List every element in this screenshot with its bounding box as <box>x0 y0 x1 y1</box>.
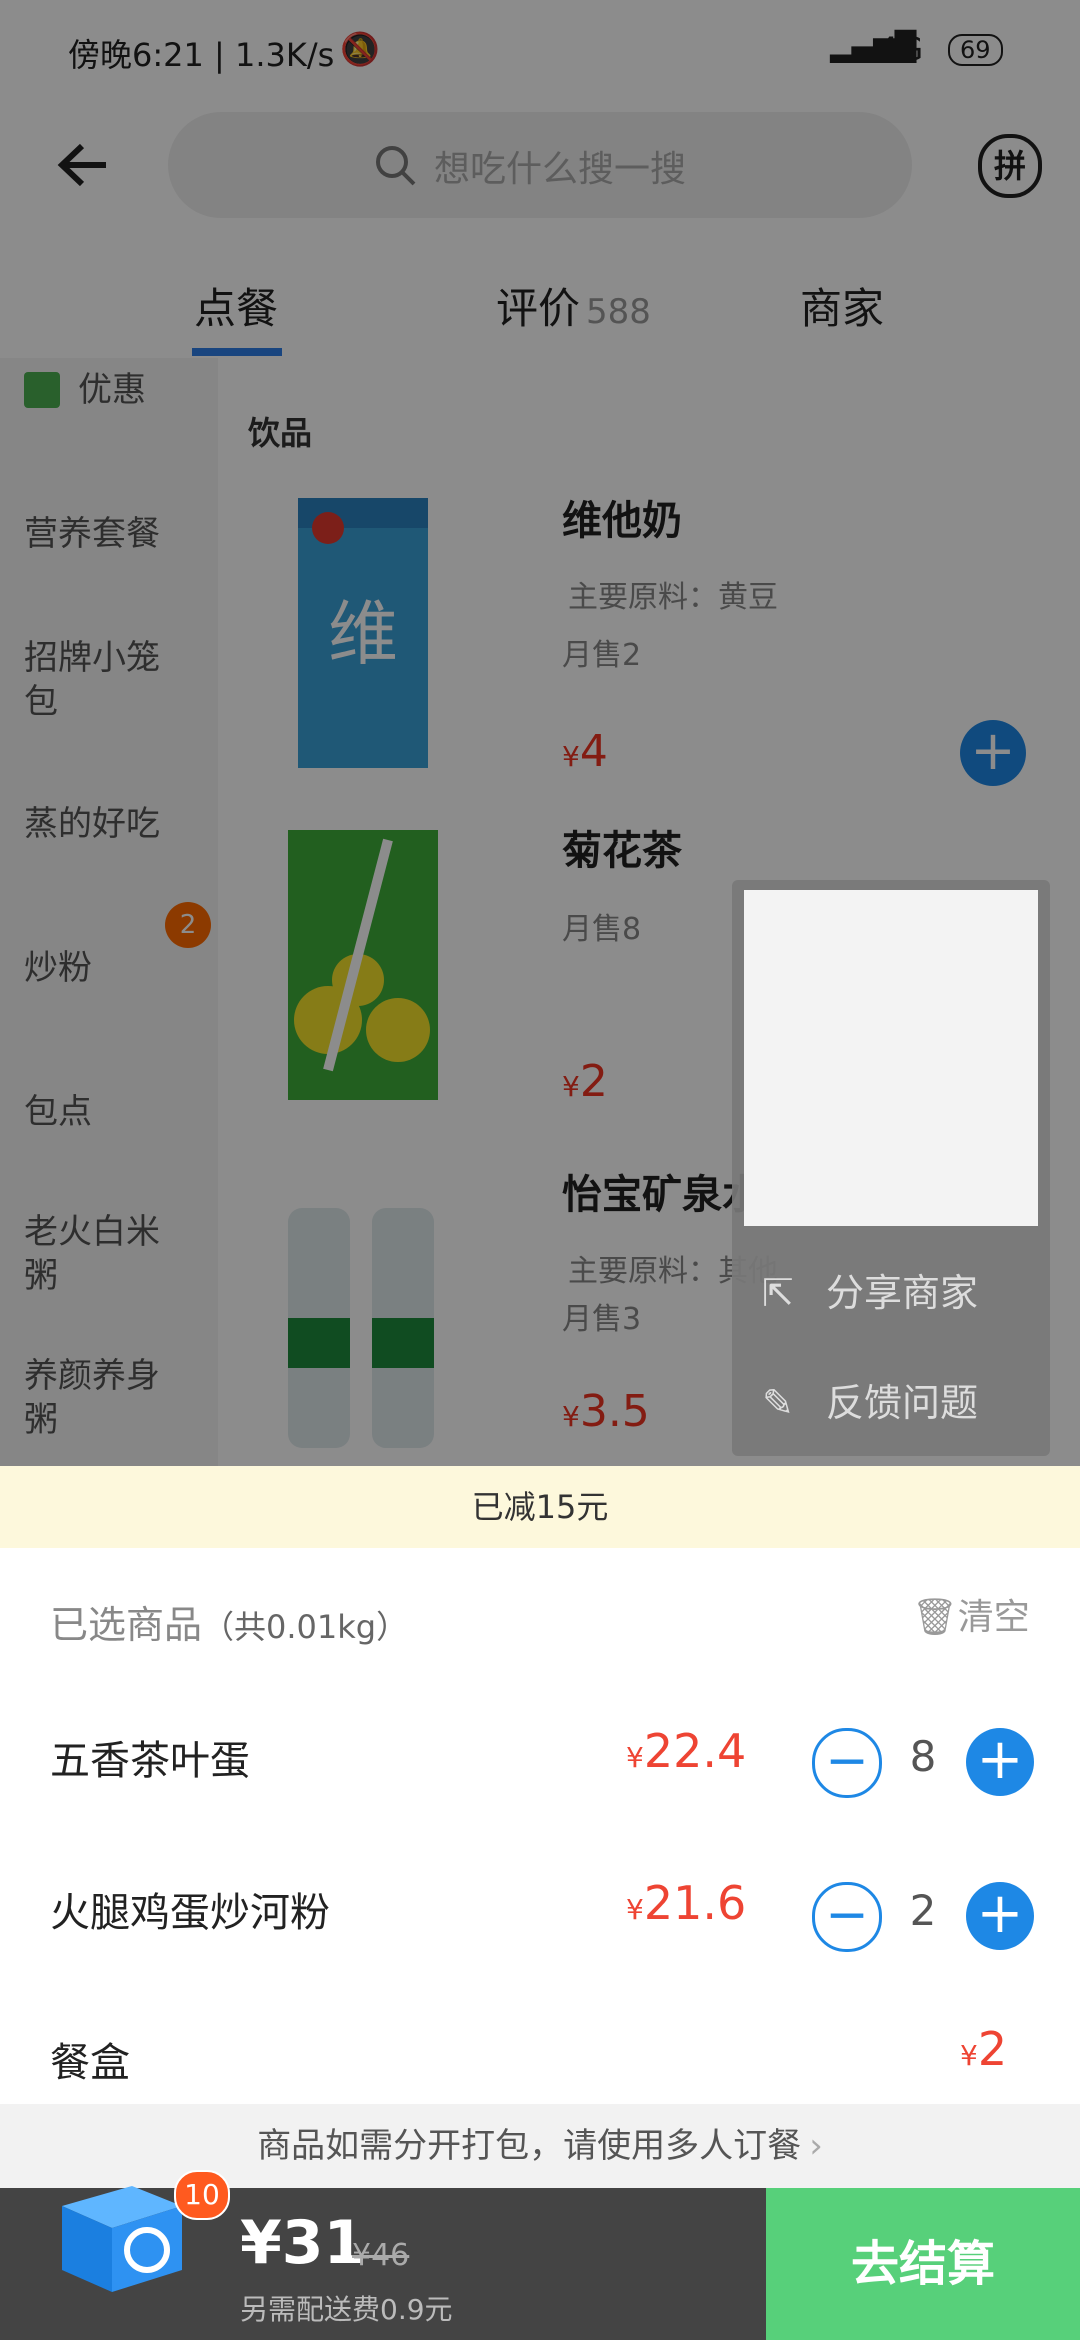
cart-title: 已选商品（共0.01kg） <box>50 1594 408 1649</box>
cart-item-quantity: 8 <box>909 1732 937 1781</box>
group-order-tip-text: 商品如需分开打包，请使用多人订餐 <box>257 2126 802 2166</box>
share-merchant-button[interactable]: ⇱ 分享商家 <box>762 1262 978 1317</box>
packaging-box-label: 餐盒 <box>50 2040 130 2086</box>
cart-title-label: 已选商品 <box>50 1603 203 1647</box>
share-icon: ⇱ <box>762 1271 794 1315</box>
chevron-right-icon: › <box>809 2126 823 2166</box>
currency-symbol: ¥ <box>626 1893 644 1926</box>
discount-banner: 已减15元 <box>0 1466 1080 1548</box>
clear-cart-button[interactable]: 🗑清空 <box>912 1588 1030 1640</box>
clear-label: 清空 <box>957 1597 1030 1638</box>
delivery-fee: 另需配送费0.9元 <box>240 2293 453 2326</box>
original-total: ¥46 <box>352 2238 410 2273</box>
cart-box-icon[interactable] <box>52 2166 192 2294</box>
bottom-bar: 10 ¥31 ¥46 另需配送费0.9元 去结算 <box>0 2170 1080 2340</box>
currency-symbol: ¥ <box>960 2039 978 2072</box>
currency-symbol: ¥ <box>626 1741 644 1774</box>
screenshot-thumbnail[interactable] <box>744 890 1038 1226</box>
checkout-button[interactable]: 去结算 <box>766 2188 1080 2340</box>
packaging-box-price-value: 2 <box>977 2022 1008 2076</box>
cart-item-price-value: 21.6 <box>643 1876 747 1930</box>
packaging-box-price: ¥2 <box>960 2022 1007 2076</box>
cart-item-name: 火腿鸡蛋炒河粉 <box>50 1890 330 1936</box>
decrease-quantity-button[interactable]: − <box>812 1882 882 1952</box>
trash-icon: 🗑 <box>912 1597 958 1638</box>
cart-total: ¥31 <box>240 2208 366 2278</box>
increase-quantity-button[interactable]: + <box>966 1728 1034 1796</box>
cart-panel: 已选商品（共0.01kg） 🗑清空 五香茶叶蛋 ¥22.4 − 8 + 火腿鸡蛋… <box>0 1548 1080 2104</box>
cart-item-price-value: 22.4 <box>643 1724 747 1778</box>
cart-count-badge: 10 <box>174 2170 230 2220</box>
cart-item-name: 五香茶叶蛋 <box>50 1738 250 1784</box>
cart-item-price: ¥21.6 <box>626 1876 746 1930</box>
cart-item-price: ¥22.4 <box>626 1724 746 1778</box>
feedback-button[interactable]: ✎ 反馈问题 <box>762 1372 978 1427</box>
edit-icon: ✎ <box>762 1381 794 1425</box>
increase-quantity-button[interactable]: + <box>966 1882 1034 1950</box>
screenshot-share-popup: ⇱ 分享商家 ✎ 反馈问题 <box>732 880 1050 1456</box>
cart-weight: （共0.01kg） <box>202 1608 409 1646</box>
share-merchant-label: 分享商家 <box>825 1271 978 1315</box>
cart-item-quantity: 2 <box>909 1886 937 1935</box>
decrease-quantity-button[interactable]: − <box>812 1728 882 1798</box>
feedback-label: 反馈问题 <box>825 1381 978 1425</box>
